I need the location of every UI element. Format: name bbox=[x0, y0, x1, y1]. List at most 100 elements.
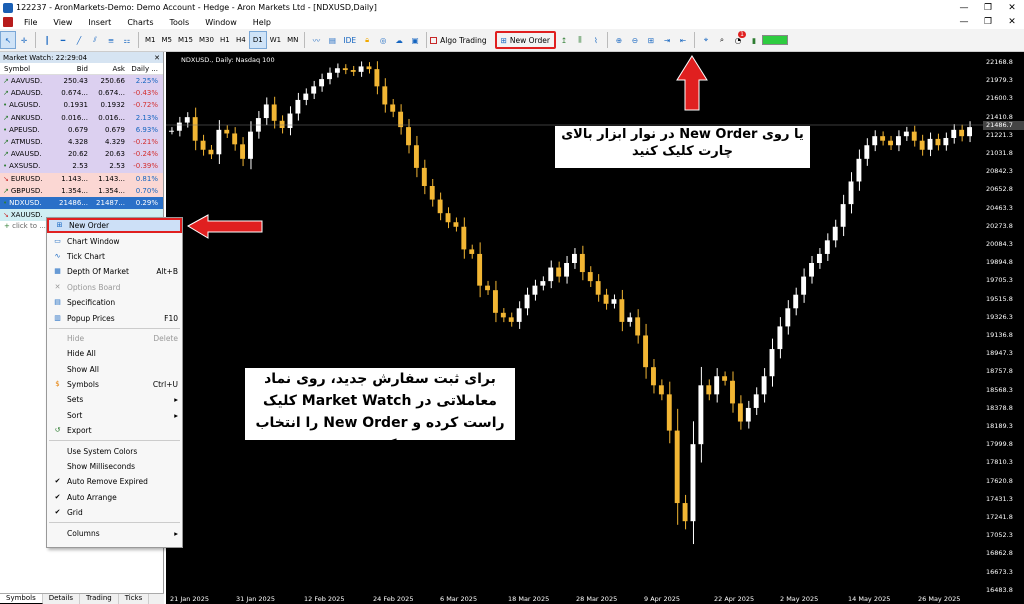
candle-body bbox=[311, 86, 317, 94]
menu-item-auto-remove-expired[interactable]: ✔ Auto Remove Expired bbox=[47, 474, 182, 489]
price-axis[interactable]: 22168.8 21979.3 21600.3 21410.8 21221.3 21031… bbox=[983, 52, 1024, 594]
indicators-icon[interactable]: 〰 bbox=[308, 31, 324, 49]
menu-item-label: Options Board bbox=[67, 282, 121, 292]
market-watch-row[interactable]: • NDXUSD. 21486... 21487... 0.29% bbox=[0, 196, 163, 210]
menu-item-show-milliseconds[interactable]: Show Milliseconds bbox=[47, 459, 182, 474]
chart-minimize-icon[interactable]: — bbox=[952, 17, 976, 27]
timeframe-h1[interactable]: H1 bbox=[217, 31, 233, 49]
one-click-icon[interactable]: ↥ bbox=[556, 31, 572, 49]
market-watch-row[interactable]: ↗ ANKUSD. 0.016... 0.016... 2.13% bbox=[0, 111, 163, 124]
menu-item-sets[interactable]: Sets ▸ bbox=[47, 392, 182, 407]
timeframe-h4[interactable]: H4 bbox=[233, 31, 249, 49]
lock-icon[interactable]: 🔒︎ bbox=[359, 31, 375, 49]
col-bid[interactable]: Bid bbox=[52, 65, 90, 73]
candle-body bbox=[524, 294, 530, 309]
menu-charts[interactable]: Charts bbox=[119, 18, 161, 27]
vps-icon[interactable]: ☁ bbox=[391, 31, 407, 49]
tab-ticks[interactable]: Ticks bbox=[119, 594, 150, 604]
signal-icon[interactable]: ◎ bbox=[375, 31, 391, 49]
price-tick: 17431.3 bbox=[986, 494, 1013, 503]
market-watch-row[interactable]: ↗ GBPUSD. 1.354... 1.354... 0.70% bbox=[0, 184, 163, 197]
zoom-in-icon[interactable]: ⊕ bbox=[611, 31, 627, 49]
line-chart-icon[interactable]: ⌇ bbox=[588, 31, 604, 49]
shapes-icon[interactable]: ⚏ bbox=[119, 31, 135, 49]
fibo-icon[interactable]: ≡ bbox=[103, 31, 119, 49]
menu-item-use-system-colors[interactable]: Use System Colors bbox=[47, 443, 182, 458]
price-tick: 17999.8 bbox=[986, 440, 1013, 449]
timeframe-m15[interactable]: M15 bbox=[175, 31, 196, 49]
menu-item-hide-all[interactable]: Hide All bbox=[47, 346, 182, 361]
col-symbol[interactable]: Symbol bbox=[0, 65, 52, 73]
menu-item-auto-arrange[interactable]: ✔ Auto Arrange bbox=[47, 490, 182, 505]
timeframe-d1[interactable]: D1 bbox=[248, 31, 267, 49]
col-ask[interactable]: Ask bbox=[90, 65, 127, 73]
menu-item-new-order[interactable]: ⊞ New Order bbox=[47, 218, 182, 234]
tab-details[interactable]: Details bbox=[43, 594, 81, 604]
vertical-line-icon[interactable]: ┃ bbox=[39, 31, 55, 49]
notifications-icon[interactable]: ◔ 1 bbox=[730, 31, 746, 49]
time-axis[interactable]: 21 Jan 2025 31 Jan 2025 12 Feb 2025 24 Feb … bbox=[166, 594, 1024, 604]
market-watch-row[interactable]: ↘ EURUSD. 1.143... 1.143... 0.81% bbox=[0, 172, 163, 185]
search-icon[interactable]: ⌕ bbox=[714, 31, 730, 49]
menu-tools[interactable]: Tools bbox=[161, 18, 197, 27]
trendline-icon[interactable]: ╱ bbox=[71, 31, 87, 49]
ide-icon[interactable]: IDE bbox=[340, 31, 359, 49]
timeframe-w1[interactable]: W1 bbox=[267, 31, 284, 49]
menu-view[interactable]: View bbox=[45, 18, 80, 27]
tab-symbols[interactable]: Symbols bbox=[0, 594, 43, 604]
menu-item-sort[interactable]: Sort ▸ bbox=[47, 408, 182, 423]
menu-help[interactable]: Help bbox=[245, 18, 279, 27]
cursor-icon[interactable]: ↖ bbox=[0, 31, 16, 49]
menu-item-symbols[interactable]: $ Symbols Ctrl+U bbox=[47, 377, 182, 392]
chart-close-icon[interactable]: ✕ bbox=[1000, 17, 1024, 27]
menu-item-specification[interactable]: ▤ Specification bbox=[47, 295, 182, 310]
algo-trading-button[interactable]: Algo Trading bbox=[430, 36, 487, 45]
market-watch-row[interactable]: ↗ ATMUSD. 4.328 4.329 -0.21% bbox=[0, 135, 163, 149]
context-menu: ⊞ New Order ▭ Chart Window ∿ Tick Chart ▦ Depth… bbox=[46, 217, 183, 548]
timeframe-m30[interactable]: M30 bbox=[196, 31, 217, 49]
daily-cell: 2.25% bbox=[135, 77, 158, 86]
menu-insert[interactable]: Insert bbox=[80, 18, 119, 27]
grid-icon[interactable]: ⊞ bbox=[643, 31, 659, 49]
candle-body bbox=[295, 99, 301, 114]
autoscroll-icon[interactable]: ⇥ bbox=[659, 31, 675, 49]
timeframe-m1[interactable]: M1 bbox=[142, 31, 159, 49]
menu-item-depth-of-market[interactable]: ▦ Depth Of Market Alt+B bbox=[47, 264, 182, 279]
market-watch-row[interactable]: ↗ ADAUSD. 0.674... 0.674... -0.43% bbox=[0, 87, 163, 100]
timeframe-mn[interactable]: MN bbox=[284, 31, 301, 49]
shift-icon[interactable]: ⇤ bbox=[675, 31, 691, 49]
menu-item-export[interactable]: ↺ Export bbox=[47, 423, 182, 438]
menu-window[interactable]: Window bbox=[197, 18, 245, 27]
channel-icon[interactable]: ⫽ bbox=[87, 31, 103, 49]
bid-cell: 0.674... bbox=[61, 89, 88, 98]
candles-icon[interactable]: ⫼ bbox=[572, 31, 588, 49]
market-watch-row[interactable]: ↗ AAVUSD. 250.43 250.66 2.25% bbox=[0, 75, 163, 88]
timeframe-m5[interactable]: M5 bbox=[159, 31, 176, 49]
col-daily[interactable]: Daily ... bbox=[127, 65, 160, 73]
new-order-button[interactable]: ⊞ New Order bbox=[494, 31, 556, 49]
templates-icon[interactable]: ▤ bbox=[324, 31, 340, 49]
close-icon[interactable]: ✕ bbox=[1000, 3, 1024, 13]
zoom-out-icon[interactable]: ⊖ bbox=[627, 31, 643, 49]
menu-item-popup-prices[interactable]: ▥ Popup Prices F10 bbox=[47, 310, 182, 325]
menu-file[interactable]: File bbox=[16, 18, 45, 27]
chart-window-icon: ▭ bbox=[54, 236, 61, 245]
market-icon[interactable]: ▣ bbox=[407, 31, 423, 49]
screenshot-icon[interactable]: ⌖ bbox=[698, 31, 714, 49]
close-icon[interactable]: ✕ bbox=[154, 54, 160, 62]
tab-trading[interactable]: Trading bbox=[80, 594, 119, 604]
minimize-icon[interactable]: — bbox=[952, 3, 976, 13]
menu-item-grid[interactable]: ✔ Grid bbox=[47, 505, 182, 520]
horizontal-line-icon[interactable]: ━ bbox=[55, 31, 71, 49]
chart-restore-icon[interactable]: ❐ bbox=[976, 17, 1000, 27]
menu-item-chart-window[interactable]: ▭ Chart Window bbox=[47, 233, 182, 248]
market-watch-row[interactable]: ↗ AVAUSD. 20.62 20.63 -0.24% bbox=[0, 148, 163, 161]
menu-item-show-all[interactable]: Show All bbox=[47, 362, 182, 377]
market-watch-row[interactable]: • ALGUSD. 0.1931 0.1932 -0.72% bbox=[0, 99, 163, 112]
market-watch-row[interactable]: • APEUSD. 0.679 0.679 6.93% bbox=[0, 123, 163, 136]
restore-icon[interactable]: ❐ bbox=[976, 3, 1000, 13]
crosshair-icon[interactable]: ✛ bbox=[16, 31, 32, 49]
menu-item-columns[interactable]: Columns ▸ bbox=[47, 525, 182, 540]
market-watch-row[interactable]: • AXSUSD. 2.53 2.53 -0.39% bbox=[0, 160, 163, 173]
menu-item-tick-chart[interactable]: ∿ Tick Chart bbox=[47, 249, 182, 264]
